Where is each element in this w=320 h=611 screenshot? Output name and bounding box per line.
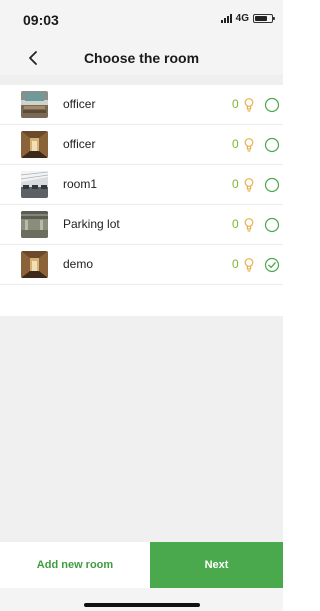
room-row[interactable]: Parking lot 0 xyxy=(0,205,283,245)
section-divider xyxy=(0,75,283,85)
light-count: 0 xyxy=(232,97,239,111)
bottom-action-bar: Add new room Next xyxy=(0,542,283,588)
signal-icon xyxy=(220,14,232,23)
battery-icon xyxy=(253,14,275,23)
page-title: Choose the room xyxy=(83,50,200,66)
bulb-icon xyxy=(244,218,254,232)
room-thumbnail xyxy=(21,171,48,198)
room-row[interactable]: room1 0 xyxy=(0,165,283,205)
room-row[interactable]: demo 0 xyxy=(0,245,283,285)
radio-checked-icon[interactable] xyxy=(264,257,280,273)
room-row[interactable]: officer 0 xyxy=(0,85,283,125)
bulb-icon xyxy=(244,258,254,272)
room-name: demo xyxy=(63,257,94,271)
light-count: 0 xyxy=(232,257,239,271)
status-indicators: 4G xyxy=(220,13,275,24)
room-name: Parking lot xyxy=(63,217,120,231)
room-thumbnail xyxy=(21,251,48,278)
bulb-icon xyxy=(244,98,254,112)
empty-area xyxy=(0,316,283,542)
room-thumbnail xyxy=(21,131,48,158)
room-thumbnail xyxy=(21,91,48,118)
radio-unchecked-icon[interactable] xyxy=(264,97,280,113)
room-row[interactable]: officer 0 xyxy=(0,125,283,165)
radio-unchecked-icon[interactable] xyxy=(264,217,280,233)
home-indicator[interactable] xyxy=(84,603,200,607)
room-list: officer 0 officer 0 room1 0 Parking lot … xyxy=(0,85,283,285)
radio-unchecked-icon[interactable] xyxy=(264,177,280,193)
radio-unchecked-icon[interactable] xyxy=(264,137,280,153)
status-time: 09:03 xyxy=(23,12,59,28)
add-new-room-button[interactable]: Add new room xyxy=(0,542,150,588)
status-bar: 09:03 4G xyxy=(0,0,283,40)
room-name: room1 xyxy=(63,177,98,191)
next-button[interactable]: Next xyxy=(150,542,283,588)
room-thumbnail xyxy=(21,211,48,238)
light-count: 0 xyxy=(232,137,239,151)
bulb-icon xyxy=(244,138,254,152)
light-count: 0 xyxy=(232,177,239,191)
home-indicator-area xyxy=(0,588,283,611)
bulb-icon xyxy=(244,178,254,192)
nav-bar: Choose the room xyxy=(0,40,283,75)
room-name: officer xyxy=(63,137,96,151)
room-name: officer xyxy=(63,97,96,111)
network-type: 4G xyxy=(235,13,249,24)
light-count: 0 xyxy=(232,217,239,231)
